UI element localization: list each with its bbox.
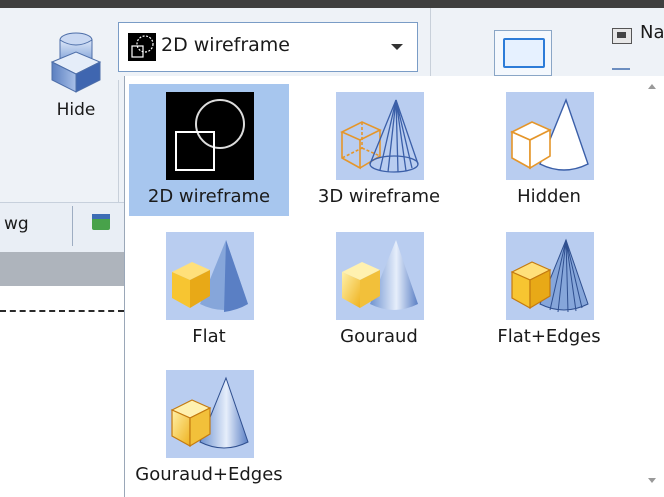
dashed-line [0,310,124,312]
style-item-label: 2D wireframe [147,186,271,207]
view-list-icon[interactable] [612,68,630,76]
style-item-label: Hidden [517,186,581,207]
viewport-icon [503,38,545,68]
viewport-button[interactable] [494,30,552,76]
style-item-gouraud[interactable]: Gouraud [299,224,459,356]
hidden-style-icon [506,92,594,180]
style-item-label: Flat+Edges [497,326,601,347]
style-item-3d-wireframe[interactable]: 3D wireframe [299,84,459,216]
gouraud-style-icon [336,232,424,320]
dwg-file-icon[interactable] [92,214,110,230]
hide-button[interactable]: Hide [40,30,112,130]
ribbon-separator [118,80,119,202]
wireframe-2d-icon [128,33,156,61]
style-item-gouraud-edges[interactable]: Gouraud+Edges [129,362,289,494]
wireframe-3d-icon [336,92,424,180]
window-top-border [0,0,664,8]
flat-edges-style-icon [506,232,594,320]
style-item-label: 3D wireframe [317,186,441,207]
style-item-2d-wireframe[interactable]: 2D wireframe [129,84,289,216]
hide-button-label: Hide [56,100,96,120]
tab-separator [72,206,73,246]
style-item-hidden[interactable]: Hidden [469,84,629,216]
scroll-down-icon[interactable] [648,478,656,483]
style-item-flat[interactable]: Flat [129,224,289,356]
visual-style-combobox[interactable]: 2D wireframe [118,22,418,72]
style-item-label: Flat [192,326,226,347]
wireframe-2d-icon [166,92,254,180]
hide-cube-icon [50,32,102,93]
visual-style-dropdown: 2D wireframe 3D wireframe Hidden Flat Go… [124,76,664,497]
style-item-label: Gouraud [340,326,418,347]
combobox-value: 2D wireframe [161,34,291,56]
drawing-area-header [0,252,124,286]
named-view-label[interactable]: Na [640,22,664,43]
flat-style-icon [166,232,254,320]
named-view-icon[interactable] [612,28,632,44]
chevron-down-icon[interactable] [391,44,403,50]
file-tab-label[interactable]: wg [4,214,29,234]
style-item-flat-edges[interactable]: Flat+Edges [469,224,629,356]
dropdown-scrollbar[interactable] [640,76,664,497]
scroll-up-icon[interactable] [648,84,656,89]
style-item-label: Gouraud+Edges [135,464,283,485]
gouraud-edges-style-icon [166,370,254,458]
